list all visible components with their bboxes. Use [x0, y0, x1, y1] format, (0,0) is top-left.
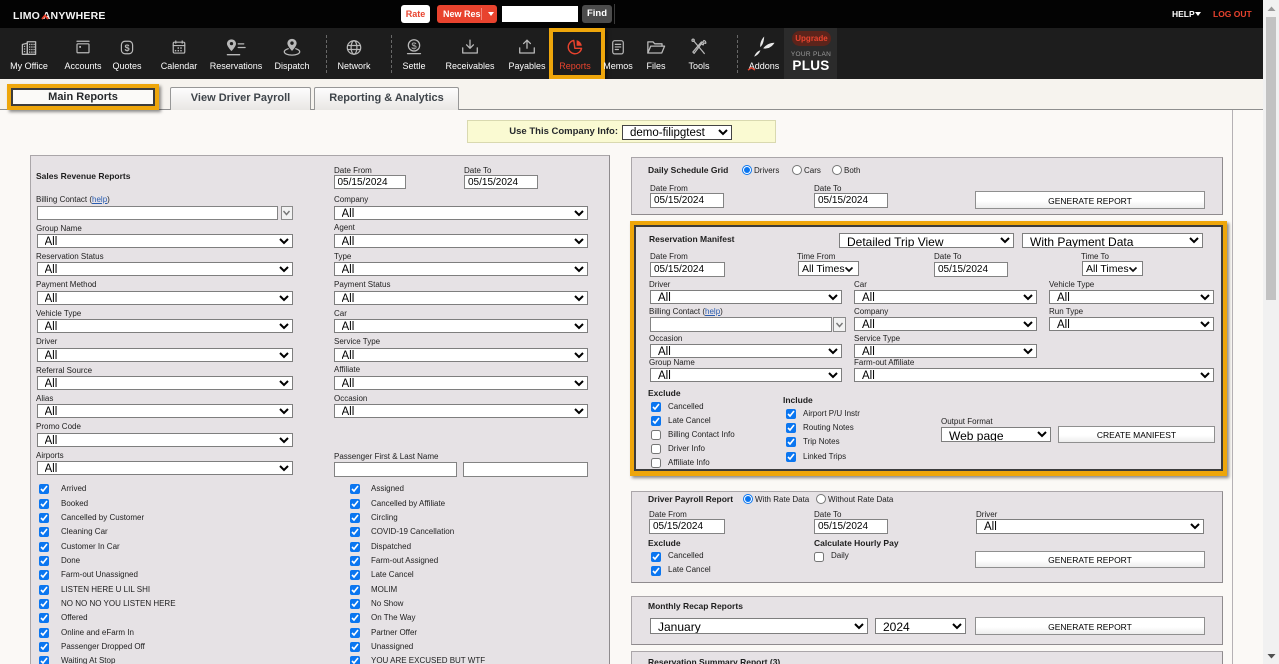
svg-text:$: $	[411, 40, 417, 51]
svg-text:$: $	[124, 42, 129, 52]
